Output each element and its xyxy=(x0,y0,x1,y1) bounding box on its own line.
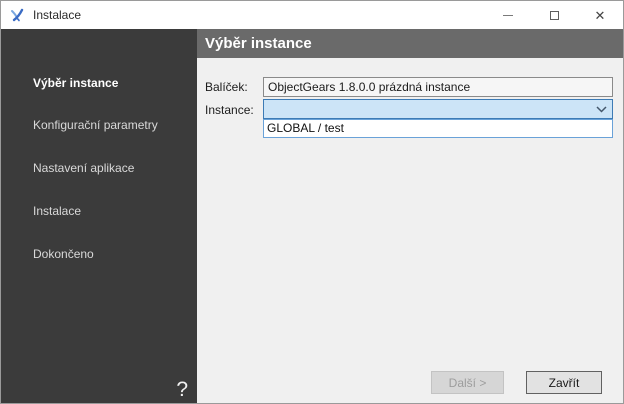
wizard-steps-sidebar: Výběr instance Konfigurační parametry Na… xyxy=(1,29,197,404)
window-title: Instalace xyxy=(33,8,81,22)
package-label: Balíček: xyxy=(205,80,248,94)
maximize-icon xyxy=(550,11,559,20)
sidebar-item-instalace[interactable]: Instalace xyxy=(33,204,81,218)
instance-label: Instance: xyxy=(205,103,254,117)
main-content: Balíček: Instance: GLOBAL / test Další >… xyxy=(197,58,624,404)
dropdown-option-global-test[interactable]: GLOBAL / test xyxy=(264,120,612,137)
caption-buttons: ✕ xyxy=(485,1,623,29)
titlebar: Instalace ✕ xyxy=(1,1,623,29)
help-question-icon[interactable]: ? xyxy=(176,378,188,402)
installer-window: Instalace ✕ Výběr instance Konfigurační … xyxy=(0,0,624,404)
sidebar-item-dokonceno[interactable]: Dokončeno xyxy=(33,247,94,261)
page-title: Výběr instance xyxy=(197,29,624,58)
close-window-button[interactable]: ✕ xyxy=(577,1,623,29)
close-button[interactable]: Zavřít xyxy=(526,371,602,394)
sidebar-item-vyber-instance[interactable]: Výběr instance xyxy=(33,76,118,90)
sidebar-item-nastaveni-aplikace[interactable]: Nastavení aplikace xyxy=(33,161,134,175)
instance-combobox[interactable] xyxy=(263,99,613,119)
package-field[interactable] xyxy=(263,77,613,97)
close-icon: ✕ xyxy=(595,9,606,22)
chevron-down-icon xyxy=(596,106,607,113)
minimize-icon xyxy=(503,15,513,16)
maximize-button[interactable] xyxy=(531,1,577,29)
minimize-button[interactable] xyxy=(485,1,531,29)
instance-dropdown-list: GLOBAL / test xyxy=(263,119,613,138)
sidebar-item-konfiguracni-parametry[interactable]: Konfigurační parametry xyxy=(33,118,158,132)
next-button[interactable]: Další > xyxy=(431,371,504,394)
app-logo-icon xyxy=(9,7,26,24)
